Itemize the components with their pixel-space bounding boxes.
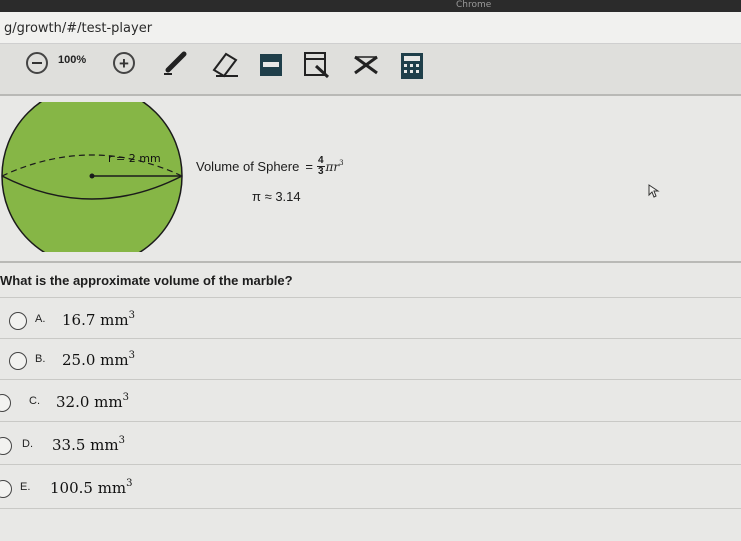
- option-value: 32.0 mm3: [56, 392, 129, 411]
- line-reader-icon[interactable]: [302, 50, 332, 80]
- pi-r-exponent: 3: [339, 159, 344, 167]
- answer-option-e[interactable]: E. 100.5 mm3: [0, 469, 741, 507]
- browser-app-label: Chrome: [456, 0, 492, 10]
- option-value-text: 33.5 mm: [52, 436, 119, 454]
- pi-approximation: π ≈ 3.14: [252, 189, 301, 204]
- option-divider: [0, 464, 741, 465]
- radio-button-b[interactable]: [9, 352, 27, 370]
- fraction-denominator: 3: [317, 166, 324, 177]
- zoom-in-glyph: +: [119, 53, 129, 73]
- answer-option-d[interactable]: D. 33.5 mm3: [0, 426, 741, 464]
- formula-equals: =: [305, 159, 313, 174]
- option-exponent: 3: [126, 478, 133, 489]
- option-value-text: 25.0 mm: [62, 351, 129, 369]
- mouse-cursor-icon: [648, 184, 660, 198]
- browser-title-bar: Chrome: [0, 0, 741, 12]
- answer-eliminator-icon[interactable]: [352, 54, 380, 76]
- option-letter: A.: [35, 313, 46, 325]
- answer-option-c[interactable]: C. 32.0 mm3: [0, 383, 741, 421]
- option-value: 25.0 mm3: [62, 350, 135, 369]
- option-letter: E.: [20, 481, 31, 493]
- question-area: r = 2 mm Volume of Sphere = 4 3 πr3 π ≈ …: [0, 85, 741, 541]
- option-exponent: 3: [128, 350, 135, 361]
- option-divider: [0, 338, 741, 339]
- option-letter: B.: [35, 353, 46, 365]
- zoom-out-icon[interactable]: [26, 52, 48, 74]
- question-text: What is the approximate volume of the ma…: [0, 273, 293, 288]
- option-value: 33.5 mm3: [52, 435, 125, 454]
- option-letter: C.: [29, 395, 40, 407]
- sphere-diagram: r = 2 mm: [0, 85, 190, 267]
- address-bar[interactable]: g/growth/#/test-player: [0, 12, 741, 44]
- option-value-text: 100.5 mm: [50, 479, 127, 497]
- option-value: 16.7 mm3: [62, 310, 135, 329]
- radius-label: r = 2 mm: [108, 152, 161, 165]
- zoom-level: 100%: [58, 54, 87, 66]
- highlighter-icon[interactable]: [258, 52, 284, 78]
- pi-r-text: πr: [325, 160, 340, 174]
- formula-pi-r: πr3: [326, 159, 344, 174]
- option-divider: [0, 297, 741, 298]
- radio-button-d[interactable]: [0, 437, 12, 455]
- eraser-icon[interactable]: [208, 50, 242, 78]
- option-value-text: 32.0 mm: [56, 393, 123, 411]
- zoom-in-icon[interactable]: +: [113, 52, 135, 74]
- test-toolbar: 100% +: [0, 44, 741, 96]
- option-divider: [0, 508, 741, 509]
- pencil-icon[interactable]: [162, 48, 192, 76]
- option-divider: [0, 379, 741, 380]
- answer-option-b[interactable]: B. 25.0 mm3: [0, 341, 741, 379]
- radio-button-e[interactable]: [0, 480, 12, 498]
- option-divider: [0, 421, 741, 422]
- formula-label: Volume of Sphere: [196, 159, 300, 174]
- option-value-text: 16.7 mm: [62, 311, 129, 329]
- radio-button-c[interactable]: [0, 394, 11, 412]
- option-exponent: 3: [128, 310, 135, 321]
- option-value: 100.5 mm3: [50, 478, 133, 497]
- formula-fraction: 4 3: [316, 156, 325, 177]
- volume-formula: Volume of Sphere = 4 3 πr3: [196, 156, 344, 177]
- radio-button-a[interactable]: [9, 312, 27, 330]
- option-letter: D.: [22, 438, 33, 450]
- calculator-icon[interactable]: [400, 52, 424, 80]
- question-divider: [0, 261, 741, 263]
- answer-option-a[interactable]: A. 16.7 mm3: [0, 301, 741, 339]
- option-exponent: 3: [118, 435, 125, 446]
- url-text[interactable]: g/growth/#/test-player: [4, 21, 152, 36]
- option-exponent: 3: [122, 392, 129, 403]
